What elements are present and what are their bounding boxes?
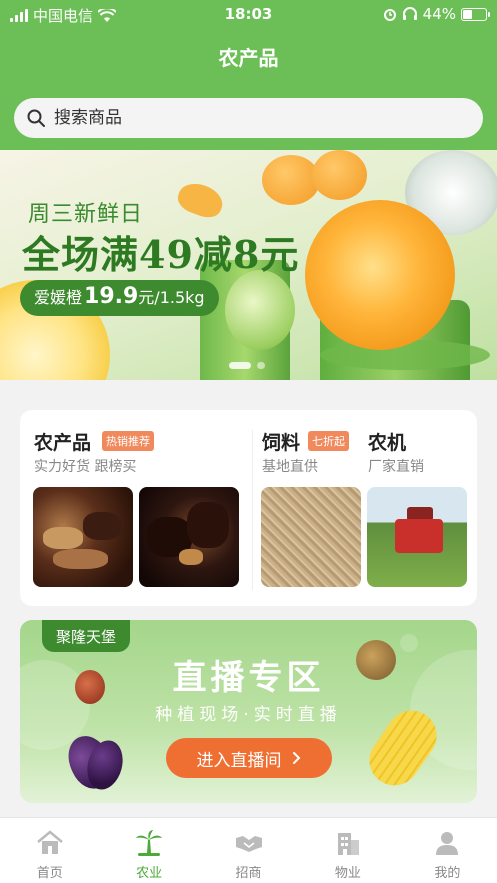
pagination-dot[interactable] (257, 362, 265, 369)
alarm-icon (383, 9, 396, 21)
battery-level (463, 9, 473, 19)
product-thumbnail[interactable] (261, 487, 361, 587)
battery-percent: 44% (422, 5, 456, 23)
category-tag-discount: 七折起 (308, 431, 349, 451)
category-title-feed[interactable]: 饲料 (262, 428, 300, 455)
tab-profile[interactable]: 我的 (398, 818, 497, 883)
tab-property[interactable]: 物业 (298, 818, 397, 883)
orange-image (262, 155, 320, 205)
live-subtitle: 种植现场·实时直播 (155, 705, 342, 725)
tab-investment[interactable]: 招商 (199, 818, 298, 883)
tab-label: 我的 (434, 866, 461, 881)
tab-home[interactable]: 首页 (0, 818, 99, 883)
search-bar[interactable] (14, 98, 483, 138)
palm-tree-icon (136, 830, 163, 856)
category-title-produce[interactable]: 农产品 (34, 428, 91, 455)
banner-headline: 全场满49减8元 (22, 232, 300, 277)
status-bar: 中国电信 18:03 44% (0, 0, 497, 28)
product-thumbnail[interactable] (367, 487, 467, 587)
product-thumbnail[interactable] (139, 487, 239, 587)
orange-image (305, 200, 455, 350)
category-subtitle-machinery: 厂家直销 (368, 459, 424, 475)
tab-agriculture[interactable]: 农业 (99, 818, 198, 883)
search-icon (27, 109, 45, 127)
cabbage-image (225, 270, 295, 350)
banner-pagination (229, 362, 265, 369)
user-icon (436, 832, 459, 855)
building-icon (337, 833, 359, 855)
product-thumbnail[interactable] (33, 487, 133, 587)
search-input[interactable] (54, 108, 454, 128)
category-divider (252, 430, 253, 590)
tab-label: 首页 (36, 866, 63, 881)
price-product-name: 爱媛橙 (34, 288, 83, 307)
category-card: 农产品 热销推荐 实力好货 跟榜买 饲料 七折起 基地直供 农机 厂家直销 (20, 410, 477, 606)
category-tag-hot: 热销推荐 (102, 431, 154, 451)
harvester-image (395, 519, 443, 553)
status-right: 44% (383, 5, 490, 23)
orange-image (312, 150, 367, 200)
promo-banner[interactable]: 周三新鲜日 全场满49减8元 爱媛橙 19.9 元/1.5kg (0, 150, 497, 380)
brand-badge: 聚隆天堡 (42, 620, 131, 652)
enter-live-button[interactable]: 进入直播间 (166, 738, 332, 778)
tab-label: 物业 (334, 866, 361, 881)
live-stream-card[interactable]: 聚隆天堡 直播专区 种植现场·实时直播 进入直播间 (20, 620, 477, 803)
tab-label: 农业 (136, 866, 163, 881)
live-title: 直播专区 (172, 658, 325, 698)
headphones-icon (402, 7, 417, 20)
price-value: 19.9 (84, 284, 139, 309)
bottom-tab-bar: 首页 农业 招商 物业 我的 (0, 817, 497, 883)
pagination-dot-active[interactable] (229, 362, 251, 369)
price-unit: 元/1.5kg (138, 288, 205, 307)
banner-price-tag: 爱媛橙 19.9 元/1.5kg (20, 280, 219, 316)
tab-label: 招商 (235, 866, 262, 881)
app-header: 中国电信 18:03 44% 农产品 (0, 0, 497, 150)
battery-icon (461, 7, 490, 21)
enter-live-label: 进入直播间 (196, 750, 282, 771)
home-icon (36, 830, 63, 854)
chevron-right-icon (292, 752, 300, 764)
category-title-machinery[interactable]: 农机 (368, 428, 406, 455)
page-title: 农产品 (218, 46, 279, 70)
category-subtitle-produce: 实力好货 跟榜买 (34, 459, 137, 475)
orange-segment-image (174, 178, 227, 222)
handshake-icon (235, 836, 262, 852)
category-subtitle-feed: 基地直供 (262, 459, 318, 475)
